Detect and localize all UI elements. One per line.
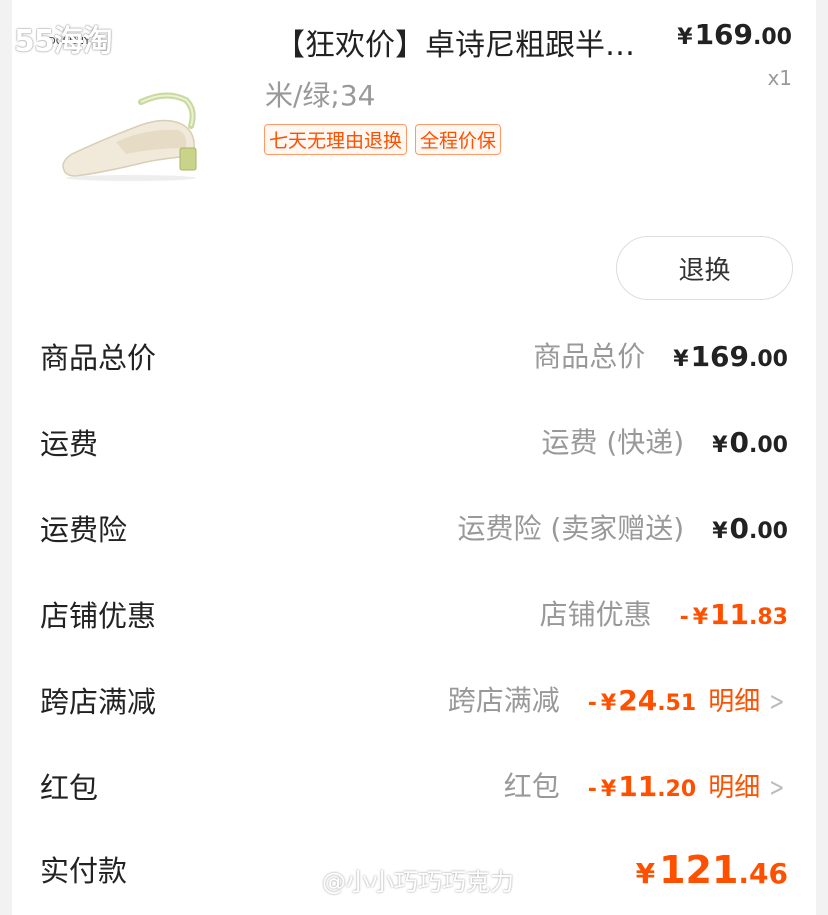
row-sublabel: 运费险 (卖家赠送) (457, 512, 685, 545)
amount-integer: 24 (618, 684, 658, 717)
paid-amount: ¥ 121 .46 (636, 848, 788, 892)
unit-price: ¥ 169 .00 (677, 18, 792, 51)
currency-symbol: ¥ (712, 433, 728, 458)
row-label: 实付款 (40, 854, 128, 888)
row-sublabel: 红包 (503, 770, 560, 803)
minus-sign: - (679, 605, 689, 630)
row-goods-total: 商品总价 商品总价 ¥ 169 .00 (0, 335, 828, 385)
amount-integer: 11 (710, 598, 750, 631)
row-label: 运费险 (40, 513, 128, 547)
row-cross-store-discount: 跨店满减 跨店满减 - ¥ 24 .51 明细 > (0, 679, 828, 729)
row-amount: - ¥ 24 .51 (588, 684, 696, 717)
amount-integer: 169 (690, 340, 750, 373)
row-amount: ¥ 0 .00 (712, 426, 788, 459)
amount-integer: 11 (618, 770, 658, 803)
amount-decimal: .00 (749, 433, 788, 458)
row-sublabel: 跨店满减 (447, 684, 560, 717)
row-label: 跨店满减 (40, 685, 157, 719)
currency-symbol: ¥ (677, 25, 693, 50)
currency-symbol: ¥ (600, 691, 617, 716)
chevron-right-icon[interactable]: > (769, 773, 784, 803)
quantity: x1 (767, 66, 792, 90)
row-red-packet: 红包 红包 - ¥ 11 .20 明细 > (0, 765, 828, 815)
amount-decimal: .00 (749, 347, 788, 372)
amount-decimal: .00 (749, 519, 788, 544)
amount-decimal: .51 (657, 691, 697, 716)
tag-price-protection[interactable]: 全程价保 (415, 124, 502, 155)
row-label: 运费 (40, 427, 99, 461)
minus-sign: - (587, 777, 597, 802)
row-shipping-insurance: 运费险 运费险 (卖家赠送) ¥ 0 .00 (0, 507, 828, 557)
service-tags: 七天无理由退换 全程价保 (264, 124, 502, 155)
amount-decimal: .46 (738, 857, 788, 890)
watermark-username: @小小巧巧巧克力 (322, 868, 514, 896)
detail-link[interactable]: 明细 (708, 681, 760, 718)
currency-symbol: ¥ (600, 777, 617, 802)
row-label: 红包 (40, 771, 99, 805)
currency-symbol: ¥ (635, 857, 656, 890)
row-sublabel: 运费 (快递) (541, 426, 685, 459)
amount-integer: 121 (659, 848, 739, 892)
price-integer: 169 (694, 18, 754, 51)
minus-sign: - (587, 691, 597, 716)
row-store-discount: 店铺优惠 店铺优惠 - ¥ 11 .83 (0, 593, 828, 643)
row-sublabel: 店铺优惠 (539, 598, 652, 631)
row-amount: - ¥ 11 .20 (588, 770, 696, 803)
currency-symbol: ¥ (673, 347, 689, 372)
product-title[interactable]: 【狂欢价】卓诗尼粗跟半… (275, 20, 655, 64)
amount-decimal: .83 (749, 605, 788, 630)
price-decimal: .00 (753, 25, 792, 50)
detail-link[interactable]: 明细 (708, 767, 760, 804)
watermark-logo: 55海淘 (14, 24, 113, 59)
row-amount: - ¥ 11 .83 (680, 598, 788, 631)
amount-decimal: .20 (657, 777, 697, 802)
currency-symbol: ¥ (692, 605, 709, 630)
row-amount: ¥ 0 .00 (712, 512, 788, 545)
row-label: 店铺优惠 (40, 599, 157, 633)
row-label: 商品总价 (40, 341, 157, 375)
amount-integer: 0 (729, 512, 750, 545)
row-amount: ¥ 169 .00 (673, 340, 788, 373)
return-exchange-button[interactable]: 退换 (616, 236, 793, 300)
row-sublabel: 商品总价 (533, 340, 646, 373)
amount-integer: 0 (729, 426, 750, 459)
row-shipping: 运费 运费 (快递) ¥ 0 .00 (0, 421, 828, 471)
currency-symbol: ¥ (712, 519, 728, 544)
chevron-right-icon[interactable]: > (769, 687, 784, 717)
sku-spec: 米/绿;34 (265, 79, 376, 112)
tag-seven-day-return[interactable]: 七天无理由退换 (264, 124, 408, 155)
